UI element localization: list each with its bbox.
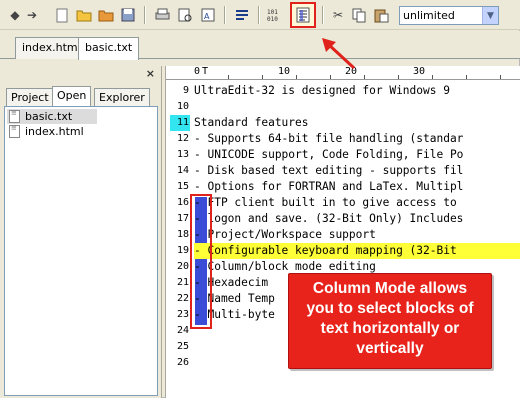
- code-line: - Project/Workspace support: [194, 228, 376, 241]
- toolbar-separator: [144, 6, 145, 24]
- highlighted-code-line: - Configurable keyboard mapping (32-Bit: [194, 243, 520, 259]
- tab-explorer[interactable]: Explorer: [94, 88, 150, 106]
- print-preview-icon[interactable]: [175, 5, 195, 25]
- line-number: 26: [176, 357, 189, 368]
- toolbar: ◆ ➔ A 101 010 ✂ unlimited ▼: [0, 0, 520, 30]
- line-number: 16: [176, 197, 189, 208]
- save-icon[interactable]: [118, 5, 138, 25]
- cut-icon[interactable]: ✂: [328, 5, 348, 25]
- code-line: - Disk based text editing - supports fil: [194, 164, 464, 177]
- line-number-gutter: 9 10 11 12 13 14 15 16 17 18 19 20 21 22…: [166, 80, 192, 398]
- code-line: - UNICODE support, Code Folding, File Po: [194, 148, 464, 161]
- line-number: 10: [176, 101, 189, 112]
- spell-check-icon[interactable]: A: [198, 5, 218, 25]
- open-file-icon[interactable]: [74, 5, 94, 25]
- line-number: 14: [176, 165, 189, 176]
- forward-icon[interactable]: ➔: [22, 5, 42, 25]
- wrap-icon[interactable]: [232, 5, 252, 25]
- document-tab-bar: index.html basic.txt: [0, 31, 520, 60]
- callout-line: Column Mode allows: [312, 280, 468, 297]
- line-number: 9: [182, 85, 189, 96]
- tab-project[interactable]: Project: [6, 88, 54, 106]
- code-line: - logon and save. (32-Bit Only) Includes: [194, 212, 464, 225]
- paste-icon[interactable]: [371, 5, 391, 25]
- html-file-icon: ≡: [9, 125, 20, 138]
- line-number: 18: [176, 229, 189, 240]
- callout-line: you to select blocks of: [306, 300, 474, 317]
- toolbar-separator: [224, 6, 225, 24]
- ruler-tick: [364, 75, 365, 79]
- line-number: 20: [176, 261, 189, 272]
- column-selection-outline: [190, 194, 212, 329]
- hex-mode-icon[interactable]: 101 010: [265, 5, 285, 25]
- ultraedit-window: ◆ ➔ A 101 010 ✂ unlimited ▼ index.html b…: [0, 0, 520, 398]
- ruler-tick: [330, 75, 331, 79]
- list-item[interactable]: ≡ basic.txt: [7, 109, 97, 124]
- ruler-tab-mark: T: [202, 66, 209, 77]
- tab-open[interactable]: Open: [52, 86, 92, 106]
- close-icon[interactable]: ×: [146, 67, 155, 80]
- ruler-tick: [432, 75, 433, 79]
- code-line: Standard features: [194, 116, 309, 129]
- file-tabs-panel: × Project Open Explorer ≡ basic.txt ≡ in…: [0, 66, 162, 398]
- line-number: 12: [176, 133, 189, 144]
- code-line: - FTP client built in to give access to: [194, 196, 457, 209]
- ruler-tick: [398, 75, 399, 79]
- annotation-callout: Column Mode allows you to select blocks …: [288, 273, 492, 369]
- svg-text:A: A: [204, 12, 210, 21]
- column-mode-icon[interactable]: [290, 2, 316, 28]
- ruler-tick: [228, 75, 229, 79]
- find-combo-value: unlimited: [403, 9, 455, 22]
- toolbar-separator: [322, 6, 323, 24]
- current-line-number: 11: [170, 115, 190, 131]
- print-icon[interactable]: [152, 5, 172, 25]
- toolbar-separator: [258, 6, 259, 24]
- line-number: 21: [176, 277, 189, 288]
- ruler-tick: [466, 75, 467, 79]
- new-file-icon[interactable]: [52, 5, 72, 25]
- chevron-down-icon[interactable]: ▼: [482, 7, 498, 24]
- line-number: 22: [176, 293, 189, 304]
- ruler-tick: [500, 75, 501, 79]
- callout-line: vertically: [356, 340, 424, 357]
- copy-icon[interactable]: [349, 5, 369, 25]
- code-line: - Supports 64-bit file handling (standar: [194, 132, 464, 145]
- callout-line: text horizontally or: [320, 320, 460, 337]
- ruler-tick: [262, 75, 263, 79]
- ruler-tick: [296, 75, 297, 79]
- ruler-mark: 30: [413, 66, 426, 77]
- ruler-mark: 10: [278, 66, 291, 77]
- ruler-mark: 0: [194, 66, 201, 77]
- text-file-icon: ≡: [9, 110, 20, 123]
- line-number: 24: [176, 325, 189, 336]
- svg-text:010: 010: [267, 16, 278, 22]
- line-number: 15: [176, 181, 189, 192]
- tab-basic-txt[interactable]: basic.txt: [78, 37, 140, 60]
- line-number: 23: [176, 309, 189, 320]
- find-combo[interactable]: unlimited ▼: [399, 6, 499, 25]
- code-line: - Options for FORTRAN and LaTex. Multipl: [194, 180, 464, 193]
- panel-tabs: Project Open Explorer: [4, 86, 158, 106]
- line-number: 19: [176, 245, 189, 256]
- line-number: 17: [176, 213, 189, 224]
- line-number: 13: [176, 149, 189, 160]
- annotation-arrow-icon: [322, 38, 356, 70]
- svg-text:101: 101: [267, 9, 278, 16]
- tab-index-html[interactable]: index.html: [15, 37, 88, 59]
- file-name: index.html: [25, 125, 84, 138]
- open-files-list: ≡ basic.txt ≡ index.html: [4, 106, 158, 396]
- file-name: basic.txt: [25, 110, 73, 123]
- code-line: UltraEdit-32 is designed for Windows 9: [194, 84, 450, 97]
- line-number: 25: [176, 341, 189, 352]
- list-item[interactable]: ≡ index.html: [7, 124, 97, 139]
- close-file-icon[interactable]: [96, 5, 116, 25]
